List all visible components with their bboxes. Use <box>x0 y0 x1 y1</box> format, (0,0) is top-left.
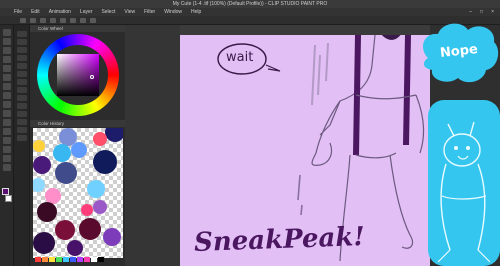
color-swatch[interactable] <box>93 200 107 214</box>
palette-swatch[interactable] <box>91 257 97 262</box>
color-swatch[interactable] <box>93 150 117 174</box>
color-swatch[interactable] <box>71 142 87 158</box>
open-file-icon[interactable] <box>30 17 36 23</box>
eyedropper-tool-icon[interactable] <box>3 56 11 63</box>
sub-tool-item[interactable] <box>17 39 27 45</box>
palette-swatch[interactable] <box>63 257 69 262</box>
color-swatch[interactable] <box>33 232 55 254</box>
pen-tool-icon[interactable] <box>3 65 11 72</box>
clear-icon[interactable] <box>70 17 76 23</box>
close-icon[interactable]: × <box>491 8 494 16</box>
sub-tool-item[interactable] <box>17 71 27 77</box>
color-swatch[interactable] <box>79 218 101 240</box>
blend-tool-icon[interactable] <box>3 119 11 126</box>
sub-tool-item[interactable] <box>17 63 27 69</box>
color-swatch[interactable] <box>37 202 57 222</box>
sub-tool-item[interactable] <box>17 31 27 37</box>
menu-animation[interactable]: Animation <box>49 8 71 16</box>
menu-file[interactable]: File <box>14 8 22 16</box>
select-tool-icon[interactable] <box>3 47 11 54</box>
menu-select[interactable]: Select <box>101 8 115 16</box>
palette-swatch[interactable] <box>42 257 48 262</box>
color-swatch[interactable] <box>55 162 77 184</box>
color-swatch[interactable] <box>81 204 93 216</box>
palette-swatch[interactable] <box>84 257 90 262</box>
sub-tool-panel <box>14 25 30 266</box>
color-swatch[interactable] <box>33 156 51 174</box>
figure-tool-icon[interactable] <box>3 146 11 153</box>
color-swatch[interactable] <box>53 144 71 162</box>
canvas-gutter <box>125 25 180 266</box>
sub-tool-item[interactable] <box>17 135 27 141</box>
balloon-tool-icon[interactable] <box>3 164 11 171</box>
color-swatch[interactable] <box>55 220 75 240</box>
palette-swatch[interactable] <box>70 257 76 262</box>
transform-icon[interactable] <box>80 17 86 23</box>
menu-window[interactable]: Window <box>164 8 182 16</box>
sub-tool-item[interactable] <box>17 127 27 133</box>
menu-help[interactable]: Help <box>191 8 201 16</box>
maximize-icon[interactable]: □ <box>480 8 483 16</box>
move-tool-icon[interactable] <box>3 38 11 45</box>
menu-edit[interactable]: Edit <box>31 8 40 16</box>
brush-tool-icon[interactable] <box>3 83 11 90</box>
gradient-tool-icon[interactable] <box>3 137 11 144</box>
sub-tool-item[interactable] <box>17 87 27 93</box>
color-swatch[interactable] <box>67 240 83 256</box>
speech-bubble-text: wait <box>226 50 254 65</box>
palette-swatch[interactable] <box>98 257 104 262</box>
main-color-swatch[interactable] <box>2 188 9 195</box>
menu-layer[interactable]: Layer <box>80 8 93 16</box>
sub-tool-item[interactable] <box>17 79 27 85</box>
pencil-tool-icon[interactable] <box>3 74 11 81</box>
minimize-icon[interactable]: – <box>469 8 472 16</box>
sub-tool-item[interactable] <box>17 111 27 117</box>
color-history-title: Color History <box>30 120 125 127</box>
doodle-sticker <box>428 100 500 266</box>
menu-bar: File Edit Animation Layer Select View Fi… <box>0 8 500 16</box>
window-controls: – □ × <box>469 8 494 16</box>
sub-tool-item[interactable] <box>17 103 27 109</box>
redo-icon[interactable] <box>60 17 66 23</box>
color-history-grid[interactable] <box>33 128 123 258</box>
color-swatch[interactable] <box>93 132 107 146</box>
airbrush-tool-icon[interactable] <box>3 92 11 99</box>
new-file-icon[interactable] <box>20 17 26 23</box>
color-swatch[interactable] <box>33 178 45 192</box>
palette-swatch[interactable] <box>56 257 62 262</box>
sub-tool-item[interactable] <box>17 47 27 53</box>
color-history-panel: Color History <box>30 120 125 266</box>
palette-swatch[interactable] <box>49 257 55 262</box>
menu-view[interactable]: View <box>124 8 135 16</box>
palette-swatch[interactable] <box>35 257 41 262</box>
color-swatch[interactable] <box>105 128 123 142</box>
color-swatch[interactable] <box>87 180 105 198</box>
fill-tool-icon[interactable] <box>3 128 11 135</box>
color-swatch[interactable] <box>33 140 45 152</box>
sub-tool-item[interactable] <box>17 95 27 101</box>
undo-icon[interactable] <box>50 17 56 23</box>
text-tool-icon[interactable] <box>3 155 11 162</box>
color-wheel-panel: Color Wheel <box>30 25 125 120</box>
menu-filter[interactable]: Filter <box>144 8 155 16</box>
save-icon[interactable] <box>40 17 46 23</box>
drawing-canvas[interactable]: wait SneakPeak! <box>180 35 430 266</box>
zoom-tool-icon[interactable] <box>3 29 11 36</box>
sneak-peak-caption: SneakPeak! <box>193 222 366 258</box>
decoration-tool-icon[interactable] <box>3 101 11 108</box>
color-swatch[interactable] <box>103 228 121 246</box>
palette-swatch[interactable] <box>77 257 83 262</box>
title-bar: My Cute (1-4 .tif (100%) (Default Profil… <box>0 0 500 8</box>
window-title: My Cute (1-4 .tif (100%) (Default Profil… <box>172 1 328 7</box>
sub-tool-item[interactable] <box>17 119 27 125</box>
tool-palette <box>0 25 14 266</box>
sub-color-swatch[interactable] <box>5 195 12 202</box>
palette-strip <box>33 257 123 263</box>
color-wheel-title: Color Wheel <box>30 25 125 32</box>
sub-tool-item[interactable] <box>17 55 27 61</box>
color-cursor[interactable] <box>90 75 94 79</box>
deselect-icon[interactable] <box>90 17 96 23</box>
eraser-tool-icon[interactable] <box>3 110 11 117</box>
